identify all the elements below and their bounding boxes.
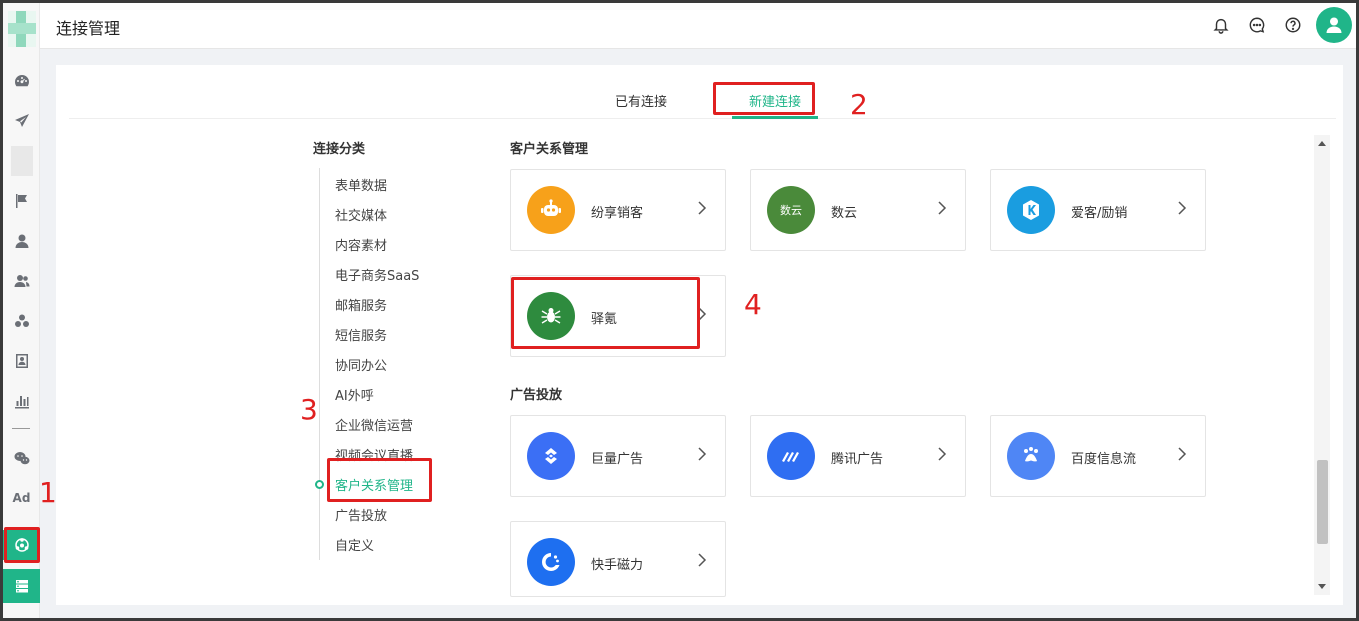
category-item[interactable]: 广告投放 xyxy=(335,505,387,524)
server-icon[interactable] xyxy=(3,569,40,603)
page-title: 连接管理 xyxy=(56,19,121,38)
category-item[interactable]: 表单数据 xyxy=(335,175,387,194)
category-item[interactable]: 自定义 xyxy=(335,535,374,554)
category-item[interactable]: 社交媒体 xyxy=(335,205,387,224)
chevron-right-icon xyxy=(697,200,707,215)
category-item[interactable]: 短信服务 xyxy=(335,325,387,344)
chevron-right-icon xyxy=(697,552,707,567)
robot-icon xyxy=(527,186,575,234)
user-icon[interactable] xyxy=(3,226,40,256)
flag-icon[interactable] xyxy=(3,186,40,216)
annotation-box-4 xyxy=(511,277,700,349)
category-item[interactable]: AI外呼 xyxy=(335,385,374,404)
chevron-right-icon xyxy=(1177,446,1187,461)
connector-name: 快手磁力 xyxy=(591,558,644,573)
kuaishou-logo xyxy=(527,538,575,586)
category-item[interactable]: 企业微信运营 xyxy=(335,415,413,434)
tencent-ad-logo xyxy=(767,432,815,480)
connector-name: 纷享销客 xyxy=(591,206,644,221)
sidebar: Ad xyxy=(3,3,40,618)
annotation-box-1 xyxy=(4,527,40,563)
category-title: 连接分类 xyxy=(313,142,366,157)
baidu-logo xyxy=(1007,432,1055,480)
section-title-crm: 客户关系管理 xyxy=(510,142,589,157)
category-item[interactable]: 协同办公 xyxy=(335,355,387,374)
contact-card-icon[interactable] xyxy=(3,346,40,376)
juliang-logo xyxy=(527,432,575,480)
annotation-number-1: 1 xyxy=(39,476,57,509)
cluster-icon[interactable] xyxy=(3,306,40,336)
annotation-number-2: 2 xyxy=(850,88,868,121)
message-icon[interactable] xyxy=(1247,15,1267,35)
connector-card[interactable]: 纷享销客 xyxy=(510,169,726,251)
connector-name: 百度信息流 xyxy=(1071,452,1137,467)
scroll-up-arrow-icon[interactable] xyxy=(1318,141,1326,146)
chevron-right-icon xyxy=(937,200,947,215)
connector-card[interactable]: 百度信息流 xyxy=(990,415,1206,497)
connector-name: 腾讯广告 xyxy=(831,452,884,467)
wechat-icon[interactable] xyxy=(3,443,40,473)
category-item[interactable]: 内容素材 xyxy=(335,235,387,254)
connector-card[interactable]: 腾讯广告 xyxy=(750,415,966,497)
connector-card[interactable]: 快手磁力 xyxy=(510,521,726,597)
connector-card[interactable]: 爱客/励销 xyxy=(990,169,1206,251)
ad-label: Ad xyxy=(12,491,31,505)
avatar[interactable] xyxy=(1316,7,1352,43)
scroll-down-arrow-icon[interactable] xyxy=(1318,584,1326,589)
vertical-scrollbar[interactable] xyxy=(1314,135,1330,595)
connector-name: 爱客/励销 xyxy=(1071,206,1128,221)
chevron-right-icon xyxy=(1177,200,1187,215)
scroll-thumb[interactable] xyxy=(1317,460,1328,544)
category-timeline xyxy=(319,168,320,560)
annotation-number-3: 3 xyxy=(300,393,318,426)
k-logo xyxy=(1007,186,1055,234)
send-icon[interactable] xyxy=(3,106,40,136)
active-tab-indicator xyxy=(732,116,818,119)
chevron-right-icon xyxy=(937,446,947,461)
sidebar-divider xyxy=(12,428,30,429)
bell-icon[interactable] xyxy=(1211,15,1231,35)
bar-chart-icon[interactable] xyxy=(3,386,40,416)
connector-name: 巨量广告 xyxy=(591,452,644,467)
category-item[interactable]: 邮箱服务 xyxy=(335,295,387,314)
dashboard-icon[interactable] xyxy=(3,66,40,96)
top-header: 连接管理 xyxy=(40,3,1356,49)
help-icon[interactable] xyxy=(1283,15,1303,35)
chevron-right-icon xyxy=(697,446,707,461)
section-title-ads: 广告投放 xyxy=(510,388,563,403)
category-item[interactable]: 电子商务SaaS xyxy=(335,265,419,284)
blurred-icon xyxy=(11,146,33,176)
shuyun-logo: 数云 xyxy=(767,186,815,234)
active-category-dot xyxy=(315,480,324,489)
annotation-box-2 xyxy=(713,82,815,115)
tab-bar: 已有连接 新建连接 xyxy=(69,65,1336,119)
connector-card[interactable]: 数云 数云 xyxy=(750,169,966,251)
connector-card[interactable]: 巨量广告 xyxy=(510,415,726,497)
app-frame: Ad 连接管理 已有连接 新建连接 连接分类 表单数据 社交媒体 内容素材 电子… xyxy=(3,3,1356,618)
tab-existing-connections[interactable]: 已有连接 xyxy=(615,91,667,110)
ad-icon[interactable]: Ad xyxy=(3,483,40,513)
annotation-box-3 xyxy=(327,458,432,502)
annotation-number-4: 4 xyxy=(744,288,762,321)
app-logo xyxy=(8,11,36,47)
connector-name: 数云 xyxy=(831,206,858,221)
users-icon[interactable] xyxy=(3,266,40,296)
